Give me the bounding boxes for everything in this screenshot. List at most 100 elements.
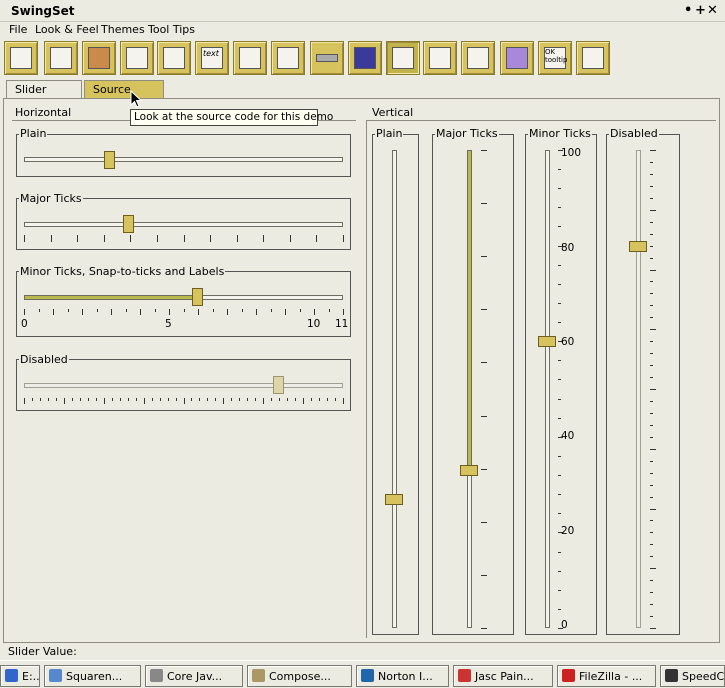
taskbar-app-icon <box>361 669 374 682</box>
minor-tick-8 <box>140 309 141 315</box>
v-disabled-tick-17 <box>650 353 653 355</box>
menu-look-and-feel[interactable]: Look & Feel <box>35 23 99 36</box>
minor-ticks-slider-group <box>16 271 351 337</box>
toolbar-color-chooser-demo-button[interactable] <box>82 41 116 75</box>
toolbar-html-demo-button[interactable]: text <box>195 41 229 75</box>
v-disabled-tick-22 <box>650 412 653 414</box>
vertical-plain-thumb[interactable] <box>385 493 403 505</box>
vertical-minor-label-20: 20 <box>561 525 575 537</box>
toolbar-split-pane-demo-button[interactable] <box>423 41 457 75</box>
toolbar-frame-demo-button[interactable] <box>4 41 38 75</box>
minor-ticks-slider-thumb[interactable] <box>192 288 203 306</box>
taskbar-app-icon <box>252 669 265 682</box>
v-minor-tick-6 <box>558 264 561 266</box>
disabled-tick-21 <box>191 398 193 401</box>
minor-tick-6 <box>111 309 112 315</box>
minor-tick-16 <box>256 309 257 315</box>
v-disabled-tick-4 <box>650 197 653 199</box>
disabled-tick-24 <box>215 398 217 401</box>
toolbar-list-demo-button[interactable] <box>233 41 267 75</box>
minimize-button[interactable]: • <box>684 3 692 18</box>
taskbar-button-7[interactable]: SpeedC... <box>660 665 725 687</box>
major-tick-1 <box>50 235 52 242</box>
maximize-button[interactable]: + <box>695 3 706 18</box>
v-major-tick-6 <box>481 468 487 470</box>
toolbar-slider-demo-button[interactable] <box>386 41 420 75</box>
window-title: SwingSet <box>11 4 75 18</box>
plain-slider-thumb[interactable] <box>104 151 116 169</box>
toolbar-tooltip-demo-button[interactable]: OK tooltip <box>538 41 572 75</box>
v-disabled-tick-16 <box>650 341 653 343</box>
menu-themes[interactable]: Themes <box>101 23 145 36</box>
major-tick-3 <box>103 235 105 242</box>
taskbar-button-3[interactable]: Compose... <box>247 665 352 687</box>
tooltip-label: tooltip <box>545 56 568 64</box>
menu-tool-tips[interactable]: Tool Tips <box>148 23 195 36</box>
taskbar-label: Squaren... <box>66 670 123 683</box>
v-disabled-tick-12 <box>650 293 653 295</box>
toolbar-tabbed-pane-demo-button[interactable] <box>461 41 495 75</box>
vertical-minor-thumb[interactable] <box>538 336 556 348</box>
taskbar-button-5[interactable]: Jasc Pain... <box>453 665 553 687</box>
toolbar-table-demo-button[interactable] <box>500 41 534 75</box>
v-minor-tick-16 <box>558 455 561 457</box>
major-ticks-slider-track[interactable] <box>24 222 343 227</box>
major-ticks-slider-thumb[interactable] <box>123 215 135 233</box>
major-tick-10 <box>289 235 291 242</box>
menu-file[interactable]: File <box>9 23 27 36</box>
vertical-section-title: Vertical <box>372 106 414 119</box>
disabled-tick-25 <box>223 398 225 404</box>
vertical-major-fill <box>467 150 472 471</box>
v-disabled-tick-24 <box>650 436 653 438</box>
disabled-tick-22 <box>199 398 201 401</box>
v-disabled-tick-18 <box>650 365 653 367</box>
plain-slider-track[interactable] <box>24 157 343 162</box>
v-disabled-tick-25 <box>650 448 656 450</box>
menu-bar: File Look & Feel Themes Tool Tips <box>0 22 725 39</box>
disabled-tick-2 <box>39 398 41 401</box>
taskbar-button-6[interactable]: FileZilla - ... <box>557 665 656 687</box>
v-minor-tick-8 <box>558 302 561 304</box>
v-minor-tick-13 <box>558 398 561 400</box>
progress-icon <box>316 54 338 62</box>
vertical-minor-track[interactable] <box>545 150 550 628</box>
taskbar-button-4[interactable]: Norton I... <box>356 665 449 687</box>
tab-source-code[interactable]: Source Code <box>84 80 164 109</box>
disabled-tick-12 <box>119 398 121 401</box>
minor-tick-4 <box>82 309 83 315</box>
vertical-plain-label: Plain <box>375 127 404 140</box>
toolbar-combobox-demo-button[interactable] <box>120 41 154 75</box>
close-button[interactable]: ✕ <box>707 3 718 18</box>
taskbar-button-2[interactable]: Core Jav... <box>145 665 243 687</box>
toolbar-checkbox-radio-demo-button[interactable] <box>44 41 78 75</box>
vertical-plain-track[interactable] <box>392 150 397 628</box>
toolbar-filechooser-demo-button[interactable] <box>157 41 191 75</box>
vertical-major-thumb[interactable] <box>460 465 478 477</box>
title-bar: SwingSet • + ✕ <box>0 0 725 22</box>
tree-icon <box>582 47 604 69</box>
vertical-section-border <box>366 120 367 638</box>
vertical-minor-label: Minor Ticks <box>528 127 592 140</box>
v-major-tick-8 <box>481 574 487 576</box>
taskbar-button-0[interactable]: E:... <box>0 665 40 687</box>
major-ticks-slider-label: Major Ticks <box>19 192 83 205</box>
tab-slider-demo[interactable]: Slider Demo <box>6 80 82 109</box>
taskbar-app-icon <box>49 669 62 682</box>
toolbar-scroll-pane-demo-button[interactable] <box>348 41 382 75</box>
disabled-tick-18 <box>167 398 169 401</box>
disabled-tick-30 <box>263 398 265 404</box>
major-tick-8 <box>236 235 238 242</box>
v-disabled-tick-29 <box>650 496 653 498</box>
v-disabled-tick-38 <box>650 604 653 606</box>
v-minor-tick-3 <box>558 207 561 209</box>
v-disabled-tick-31 <box>650 520 653 522</box>
toolbar-progress-bar-demo-button[interactable] <box>310 41 344 75</box>
toolbar-tree-demo-button[interactable] <box>576 41 610 75</box>
disabled-tick-37 <box>319 398 321 401</box>
disabled-tick-31 <box>271 398 273 401</box>
disabled-tick-38 <box>327 398 329 401</box>
disabled-tick-11 <box>111 398 113 401</box>
taskbar-button-1[interactable]: Squaren... <box>44 665 141 687</box>
toolbar-option-pane-demo-button[interactable] <box>271 41 305 75</box>
vertical-minor-label-100: 100 <box>561 147 582 159</box>
